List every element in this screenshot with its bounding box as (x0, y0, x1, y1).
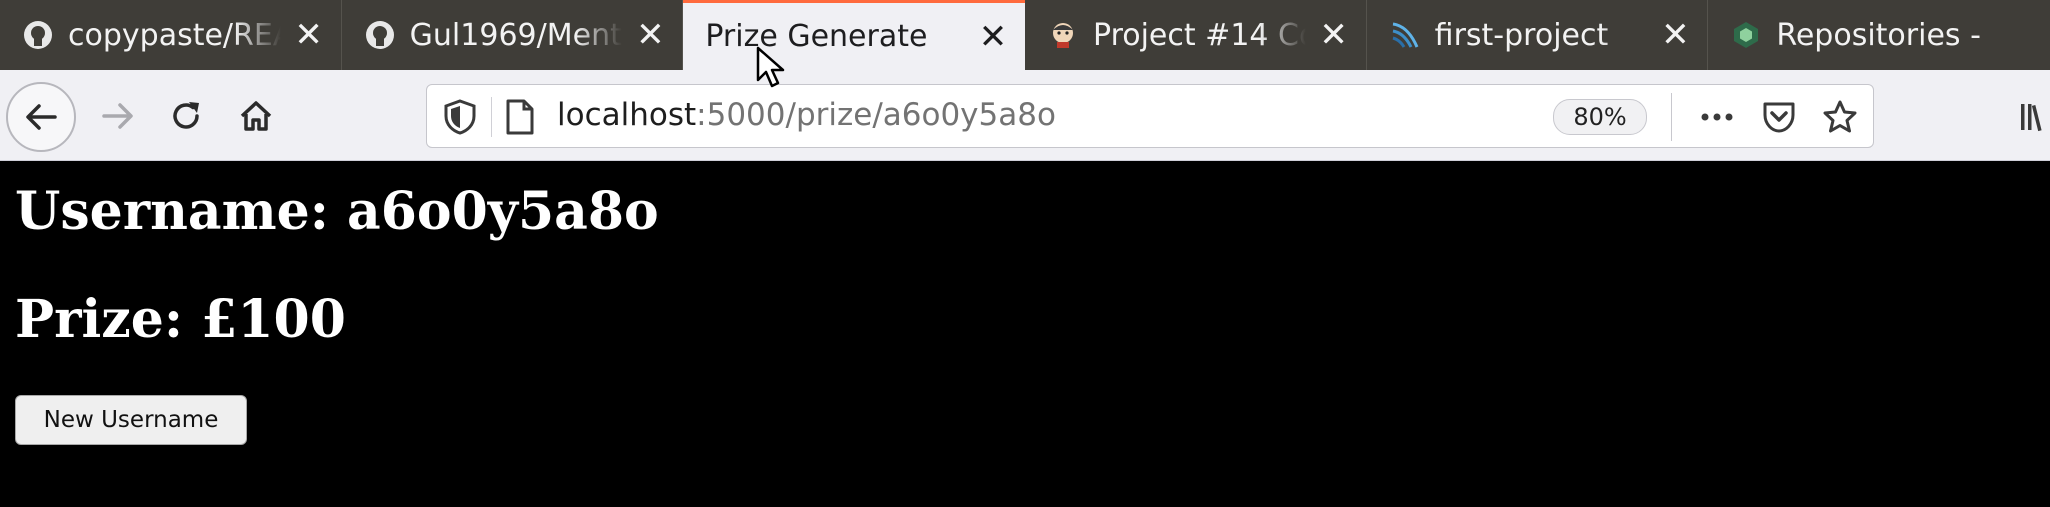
tab-first-project[interactable]: first-project ✕ (1367, 0, 1709, 70)
zoom-level-button[interactable]: 80% (1553, 99, 1647, 135)
close-icon[interactable]: ✕ (975, 19, 1011, 55)
library-icon[interactable] (2018, 100, 2048, 138)
project-icon (1389, 19, 1421, 51)
github-icon (364, 19, 396, 51)
tab-title: Repositories - (1776, 17, 1981, 53)
arrow-left-icon (26, 104, 57, 130)
tab-title: first-project (1434, 17, 1609, 53)
tab-title: Prize Generate (705, 19, 928, 54)
home-icon (240, 101, 272, 131)
close-icon[interactable]: ✕ (1657, 17, 1693, 53)
url-bar[interactable]: localhost:5000/prize/a6o0y5a8o 80% (426, 84, 1874, 148)
new-username-button[interactable]: New Username (15, 395, 247, 445)
close-icon[interactable]: ✕ (291, 17, 327, 53)
prize-heading: Prize: £100 (15, 289, 346, 350)
tracking-protection-icon[interactable] (443, 99, 477, 139)
tab-project-14[interactable]: Project #14 Config ✕ (1025, 0, 1367, 70)
tab-prize-generate[interactable]: Prize Generate ✕ (683, 0, 1025, 70)
url-path: :5000/prize/a6o0y5a8o (696, 97, 1056, 133)
arrow-right-icon (102, 103, 133, 129)
username-heading: Username: a6o0y5a8o (15, 181, 659, 242)
tab-mentor[interactable]: Gul1969/Mentor ✕ (342, 0, 684, 70)
forward-button[interactable] (92, 90, 144, 142)
url-host: localhost (557, 97, 697, 133)
reload-icon (173, 102, 199, 129)
divider (491, 97, 492, 137)
divider (1671, 93, 1672, 141)
url-text[interactable]: localhost:5000/prize/a6o0y5a8o (557, 97, 1056, 133)
reload-button[interactable] (160, 90, 212, 142)
repo-icon (1730, 19, 1762, 51)
tab-copypaste[interactable]: copypaste/README.md ✕ (0, 0, 342, 70)
navigation-toolbar: localhost:5000/prize/a6o0y5a8o 80% (0, 70, 2050, 161)
github-icon (22, 19, 54, 51)
mouse-cursor-icon (756, 46, 785, 88)
tab-strip: copypaste/README.md ✕ Gul1969/Mentor ✕ P… (0, 0, 2050, 70)
close-icon[interactable]: ✕ (632, 17, 668, 53)
tab-repositories[interactable]: Repositories - (1708, 0, 2050, 70)
page-content: Username: a6o0y5a8o Prize: £100 New User… (0, 161, 2050, 507)
bookmark-star-icon[interactable] (1821, 99, 1859, 139)
jenkins-icon (1047, 19, 1079, 51)
pocket-icon[interactable] (1761, 99, 1797, 139)
home-button[interactable] (230, 90, 282, 142)
more-actions-icon[interactable] (1697, 99, 1737, 139)
back-button[interactable] (6, 82, 76, 152)
close-icon[interactable]: ✕ (1316, 17, 1352, 53)
tab-title: Gul1969/Mentor (409, 17, 623, 53)
page-info-icon[interactable] (505, 99, 535, 139)
tab-title: copypaste/README.md (68, 17, 281, 53)
tab-title: Project #14 Config (1093, 17, 1306, 53)
